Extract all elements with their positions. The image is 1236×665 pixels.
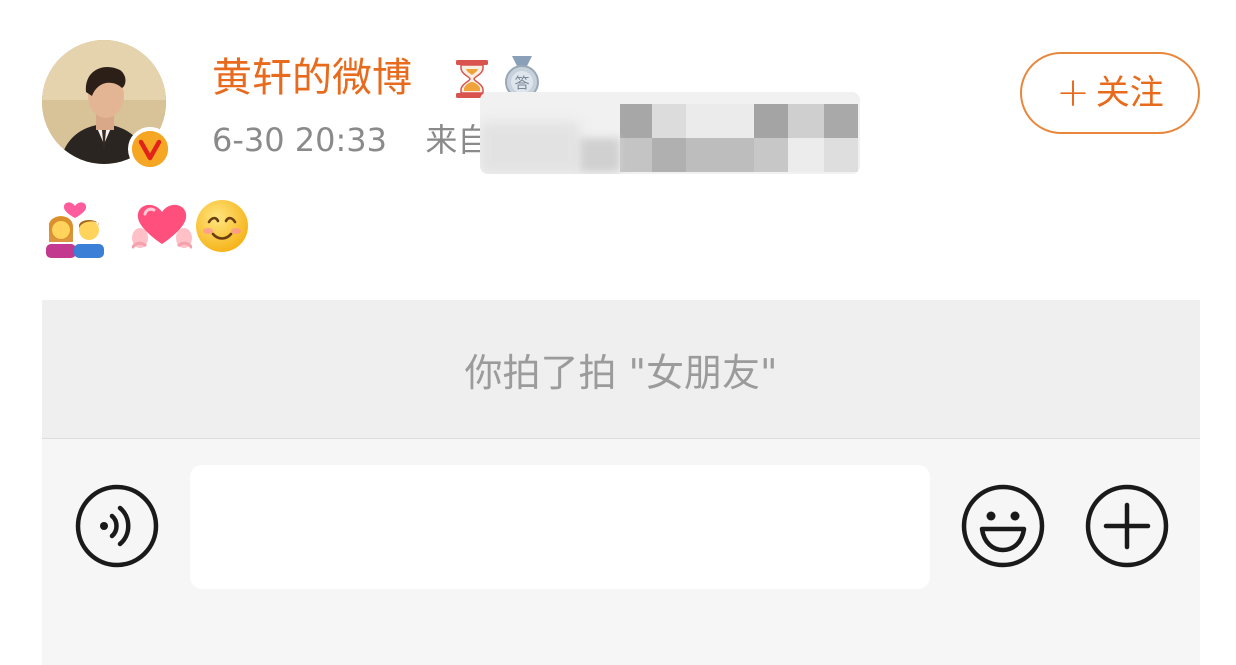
chat-panel: 你拍了拍 "女朋友" [42, 300, 1200, 665]
smiling-face-emoji [196, 200, 248, 252]
post-meta: 6-30 20:33 来自iP [212, 118, 518, 162]
heart-hands-emoji [132, 204, 192, 249]
pat-notice: 你拍了拍 "女朋友" [464, 350, 778, 395]
voice-input-button[interactable] [74, 483, 160, 569]
verified-v-icon [132, 131, 168, 167]
privacy-mosaic [480, 92, 860, 174]
username[interactable]: 黄轩的微博 [212, 50, 412, 106]
follow-button[interactable]: + 关注 [1020, 52, 1200, 134]
follow-plus-icon: + [1056, 70, 1090, 116]
medal-char: 答 [514, 74, 529, 92]
follow-label: 关注 [1095, 73, 1164, 113]
message-input[interactable] [190, 465, 930, 589]
post-time: 6-30 20:33 [212, 121, 388, 159]
more-options-button[interactable] [1084, 483, 1170, 569]
couple-with-heart-emoji [46, 202, 104, 258]
chat-input-bar [42, 439, 1200, 665]
verified-badge [128, 127, 172, 171]
emoji-picker-button[interactable] [960, 483, 1046, 569]
